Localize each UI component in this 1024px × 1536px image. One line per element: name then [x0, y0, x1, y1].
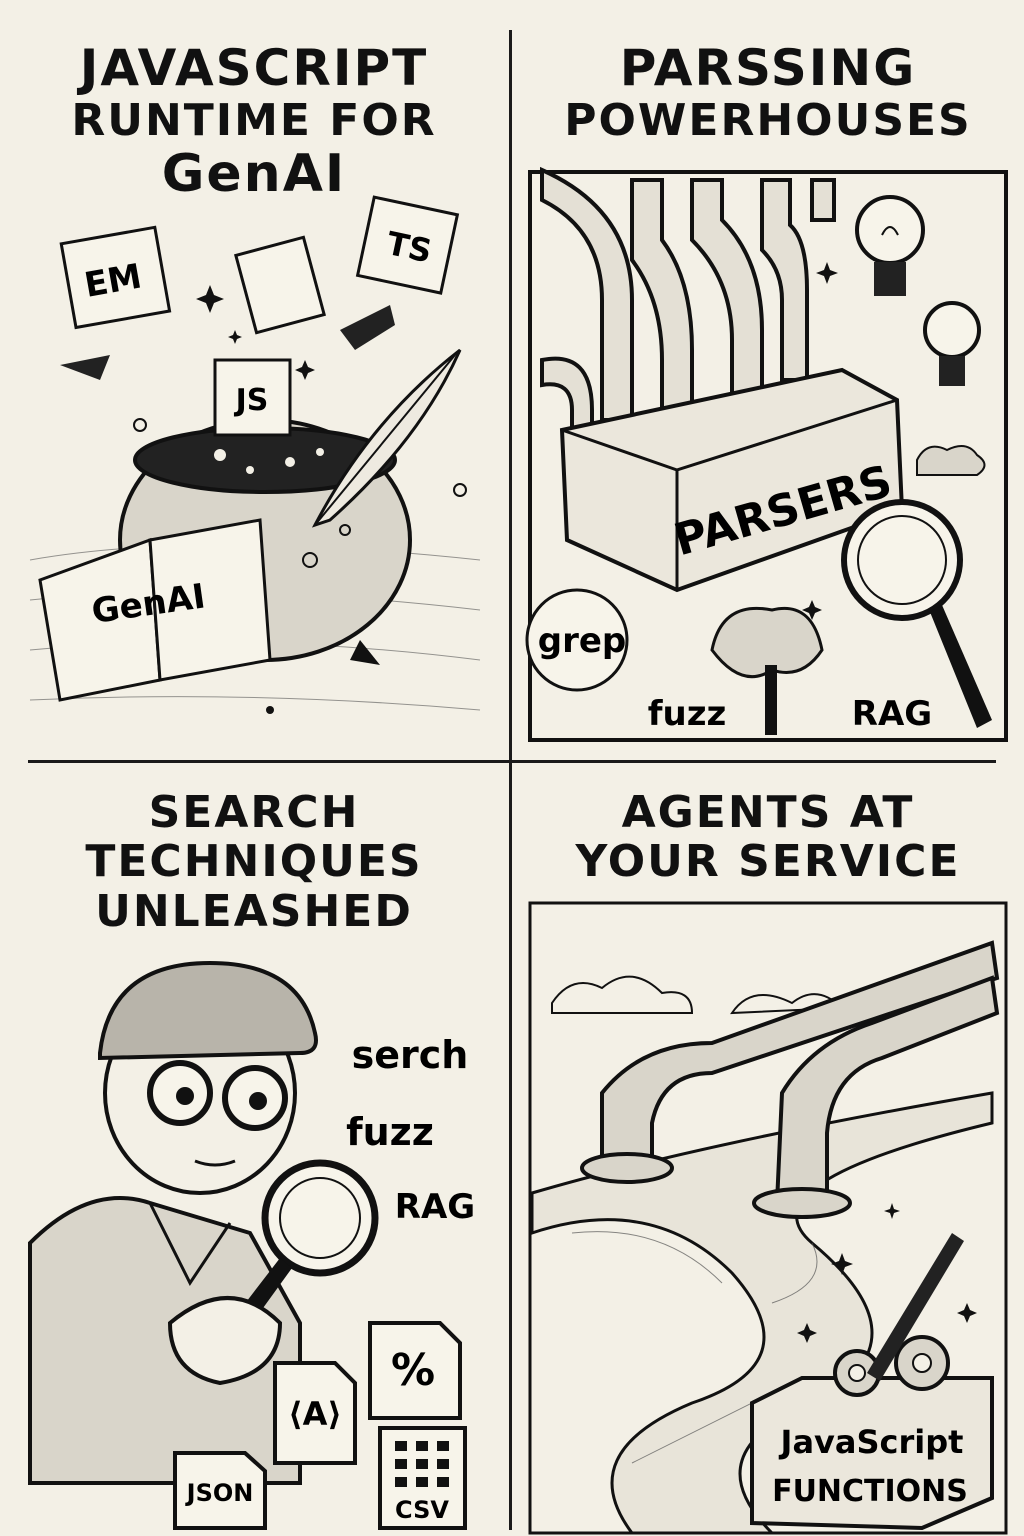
tree-icon	[710, 606, 824, 735]
percent-label: %	[391, 1345, 435, 1396]
bush-icon	[916, 445, 986, 476]
paper-js-label: JS	[234, 383, 269, 418]
paper-blank	[234, 235, 326, 335]
lightbulb-icon	[855, 195, 925, 296]
paper-ts: TS	[355, 195, 460, 295]
box-line2: FUNCTIONS	[772, 1474, 968, 1509]
box-line1: JavaScript	[779, 1423, 964, 1461]
grep-label: grep	[538, 621, 627, 661]
agents-scene: JavaScript FUNCTIONS	[528, 901, 1008, 1535]
detective-scene: serch fuzz RAG % ⟨A⟩ JSON CSV	[28, 960, 475, 1530]
panel-search-techniques: SEARCH TECHNIQUES UNLEASHED serch fuzz R…	[0, 763, 508, 1536]
serch-label: serch	[352, 1033, 469, 1077]
angle-label: ⟨A⟩	[288, 1395, 342, 1433]
fuzz-label: fuzz	[346, 1110, 434, 1154]
fuzz-label: fuzz	[648, 694, 727, 734]
paper-js: JS	[213, 358, 292, 437]
grep-bubble: grep	[525, 588, 629, 692]
panel-javascript-runtime: JAVASCRIPT RUNTIME FOR GenAI GenAI EM TS…	[0, 0, 508, 760]
file-angle-icon: ⟨A⟩	[273, 1361, 357, 1465]
paper-dark	[60, 355, 110, 380]
file-csv-icon: CSV	[378, 1426, 467, 1530]
panel-agents-service: AGENTS AT YOUR SERVICE JavaScript FUNCTI…	[512, 763, 1024, 1536]
book-icon: GenAI	[38, 518, 272, 702]
file-percent-icon: %	[368, 1321, 462, 1420]
parsers-scene: PARSERS grep fuzz RAG	[525, 166, 1008, 742]
paper-dark	[340, 305, 395, 350]
gear-icon	[894, 1335, 950, 1391]
csv-label: CSV	[395, 1496, 449, 1524]
functions-box: JavaScript FUNCTIONS	[750, 1376, 994, 1531]
panel-parsing-powerhouses: PARSSING POWERHOUSES PARSERS grep fuzz R…	[512, 0, 1024, 760]
lightbulb-icon	[923, 301, 981, 386]
file-json-icon: JSON	[173, 1451, 267, 1530]
paper-em: EM	[59, 225, 172, 330]
json-label: JSON	[185, 1479, 254, 1507]
rag-label: RAG	[395, 1187, 475, 1227]
cauldron-scene: GenAI EM TS JS	[29, 195, 481, 714]
rag-label: RAG	[852, 694, 932, 734]
